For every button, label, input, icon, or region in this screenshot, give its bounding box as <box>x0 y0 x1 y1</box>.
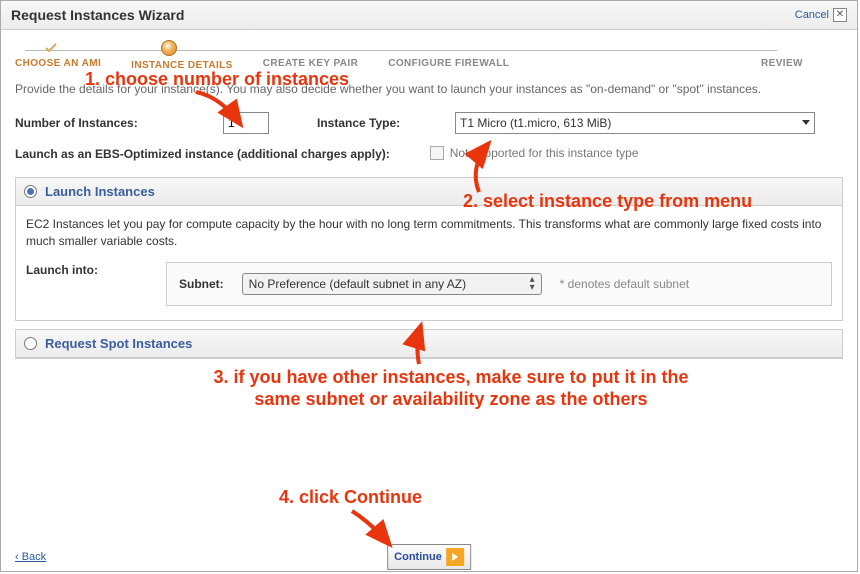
wizard-dialog: Request Instances Wizard Cancel ✕ CHOOSE… <box>0 0 858 572</box>
intro-text: Provide the details for your instance(s)… <box>15 77 843 106</box>
close-icon[interactable]: ✕ <box>833 8 847 22</box>
checkmark-icon <box>45 42 57 54</box>
step-label: REVIEW <box>761 58 803 69</box>
spot-instances-header[interactable]: Request Spot Instances <box>16 330 842 358</box>
continue-button[interactable]: Continue <box>387 544 471 570</box>
active-step-icon <box>161 40 177 56</box>
num-instances-input[interactable] <box>223 112 269 134</box>
instance-type-select[interactable]: T1 Micro (t1.micro, 613 MiB) <box>455 112 815 134</box>
instance-type-label: Instance Type: <box>317 116 447 130</box>
cancel-link[interactable]: Cancel ✕ <box>795 8 847 22</box>
step-configure-firewall[interactable]: CONFIGURE FIREWALL <box>388 42 509 71</box>
wizard-steps: CHOOSE AN AMI INSTANCE DETAILS CREATE KE… <box>1 30 857 75</box>
default-subnet-note: * denotes default subnet <box>560 276 689 293</box>
dialog-title: Request Instances Wizard <box>11 7 184 23</box>
annotation-3b: same subnet or availability zone as the … <box>101 389 801 410</box>
launch-instances-panel: Launch Instances EC2 Instances let you p… <box>15 177 843 322</box>
instance-config-row: Number of Instances: Instance Type: T1 M… <box>15 106 843 140</box>
step-label: CREATE KEY PAIR <box>263 58 358 69</box>
launch-instances-title: Launch Instances <box>45 184 155 199</box>
continue-arrow-icon <box>446 548 464 566</box>
spot-instances-panel: Request Spot Instances <box>15 329 843 359</box>
step-label: CHOOSE AN AMI <box>15 58 101 69</box>
ebs-row: Launch as an EBS-Optimized instance (add… <box>15 140 843 173</box>
launch-instances-radio[interactable] <box>24 185 37 198</box>
launch-into-label: Launch into: <box>26 262 136 279</box>
continue-label: Continue <box>394 551 442 563</box>
step-label: CONFIGURE FIREWALL <box>388 58 509 69</box>
dialog-header: Request Instances Wizard Cancel ✕ <box>1 1 857 30</box>
instance-type-value: T1 Micro (t1.micro, 613 MiB) <box>460 116 611 130</box>
step-create-key-pair[interactable]: CREATE KEY PAIR <box>263 42 358 71</box>
step-review[interactable]: REVIEW <box>761 42 803 71</box>
back-link[interactable]: ‹ Back <box>15 551 46 563</box>
launch-instances-header[interactable]: Launch Instances <box>16 178 842 206</box>
dropdown-caret-icon <box>802 120 810 125</box>
launch-into-row: Launch into: Subnet: No Preference (defa… <box>26 262 832 306</box>
step-instance-details[interactable]: INSTANCE DETAILS <box>131 42 233 71</box>
annotation-4: 4. click Continue <box>279 487 422 508</box>
subnet-select[interactable]: No Preference (default subnet in any AZ)… <box>242 273 542 295</box>
step-label: INSTANCE DETAILS <box>131 60 233 71</box>
ebs-label: Launch as an EBS-Optimized instance (add… <box>15 146 390 163</box>
updown-icon: ▴▾ <box>530 276 535 292</box>
spot-instances-radio[interactable] <box>24 337 37 350</box>
subnet-label: Subnet: <box>179 276 224 293</box>
subnet-value: No Preference (default subnet in any AZ) <box>249 276 466 293</box>
spot-instances-title: Request Spot Instances <box>45 336 192 351</box>
ebs-note: Not supported for this instance type <box>450 146 639 160</box>
ebs-checkbox[interactable] <box>430 146 444 160</box>
cancel-label: Cancel <box>795 9 829 21</box>
num-instances-label: Number of Instances: <box>15 116 215 130</box>
launch-desc: EC2 Instances let you pay for compute ca… <box>26 216 832 251</box>
step-choose-ami[interactable]: CHOOSE AN AMI <box>15 42 101 71</box>
subnet-box: Subnet: No Preference (default subnet in… <box>166 262 832 306</box>
content-area: Provide the details for your instance(s)… <box>1 75 857 375</box>
launch-instances-body: EC2 Instances let you pay for compute ca… <box>16 206 842 321</box>
footer: ‹ Back Continue <box>1 551 857 563</box>
